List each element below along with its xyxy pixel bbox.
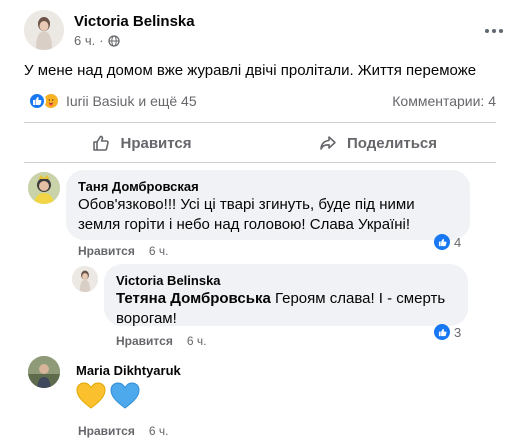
- comment-reaction-count: 3: [454, 324, 462, 340]
- yellow-heart-icon: [76, 382, 106, 409]
- reactions-row: Iurii Basiuk и ещё 45 Комментарии: 4: [28, 90, 496, 112]
- comment-author[interactable]: Victoria Belinska: [116, 272, 456, 289]
- comment-actions: Нравится 6 ч.: [78, 424, 168, 438]
- comment-author[interactable]: Таня Домбровская: [78, 178, 458, 195]
- comment-time[interactable]: 6 ч.: [149, 424, 169, 438]
- comment-reactions[interactable]: 3: [434, 322, 461, 342]
- commenter-avatar[interactable]: [28, 356, 60, 388]
- reaction-icons[interactable]: [28, 92, 60, 110]
- comment-actions: Нравится 6 ч.: [78, 244, 168, 258]
- comment-reactions[interactable]: 4: [434, 232, 461, 252]
- author-avatar-image: [24, 10, 64, 50]
- post-meta: 6 ч. ·: [74, 33, 120, 48]
- more-icon[interactable]: [484, 18, 504, 39]
- comment-bubble: Maria Dikhtyaruk: [66, 356, 191, 385]
- comment-bubble: Таня Домбровская Обов'язково!!! Усі ці т…: [66, 170, 470, 240]
- post-text: У мене над домом вже журавлі двічі пролі…: [24, 62, 477, 79]
- comment-like-button[interactable]: Нравится: [78, 424, 135, 438]
- comment-mention[interactable]: Тетяна Домбровська: [116, 290, 271, 307]
- commenter-avatar[interactable]: [28, 172, 60, 204]
- action-bar: Нравится Поделиться: [24, 126, 496, 160]
- like-reaction-icon: [434, 324, 450, 340]
- comment-time[interactable]: 6 ч.: [149, 244, 169, 258]
- comment-like-button[interactable]: Нравится: [78, 244, 135, 258]
- comment-bubble: Victoria Belinska Тетяна Домбровська Гер…: [104, 264, 468, 329]
- comment-author[interactable]: Maria Dikhtyaruk: [76, 362, 181, 379]
- divider-bottom: [24, 162, 496, 163]
- comment: Maria Dikhtyaruk 💛💙 Нравится 6 ч.: [0, 356, 520, 438]
- like-button-label: Нравится: [120, 134, 192, 152]
- post-time[interactable]: 6 ч.: [74, 33, 95, 48]
- meta-separator: ·: [99, 33, 104, 48]
- comment-time[interactable]: 6 ч.: [187, 334, 207, 348]
- comment-text: Обов'язково!!! Усі ці тварі згинуть, буд…: [78, 196, 415, 233]
- reaction-names[interactable]: Iurii Basiuk и ещё 45: [66, 93, 197, 109]
- comment-reply: Victoria Belinska Тетяна Домбровська Гер…: [0, 264, 520, 348]
- globe-icon: [107, 34, 120, 47]
- share-button-label: Поделиться: [346, 134, 438, 152]
- blue-heart-icon: [110, 382, 140, 409]
- share-icon: [320, 136, 336, 150]
- share-button[interactable]: Поделиться: [260, 126, 496, 160]
- like-reaction-icon: [434, 234, 450, 250]
- author-avatar[interactable]: [24, 10, 64, 50]
- like-button[interactable]: Нравится: [24, 126, 260, 160]
- comment-hearts: 💛💙: [76, 382, 140, 410]
- post-author-name[interactable]: Victoria Belinska: [74, 13, 195, 30]
- comment-reaction-count: 4: [454, 234, 462, 250]
- divider-top: [24, 122, 496, 123]
- comments-count[interactable]: Комментарии: 4: [392, 93, 496, 109]
- post-header: Victoria Belinska 6 ч. ·: [24, 10, 504, 54]
- comment-actions: Нравится 6 ч.: [116, 334, 206, 348]
- comment-text: Тетяна Домбровська Героям слава! І - сме…: [116, 289, 456, 329]
- commenter-avatar[interactable]: [72, 266, 98, 292]
- comment: Таня Домбровская Обов'язково!!! Усі ці т…: [0, 170, 520, 258]
- thumbs-up-icon: [93, 135, 110, 151]
- like-reaction-icon: [28, 92, 46, 110]
- comment-like-button[interactable]: Нравится: [116, 334, 173, 348]
